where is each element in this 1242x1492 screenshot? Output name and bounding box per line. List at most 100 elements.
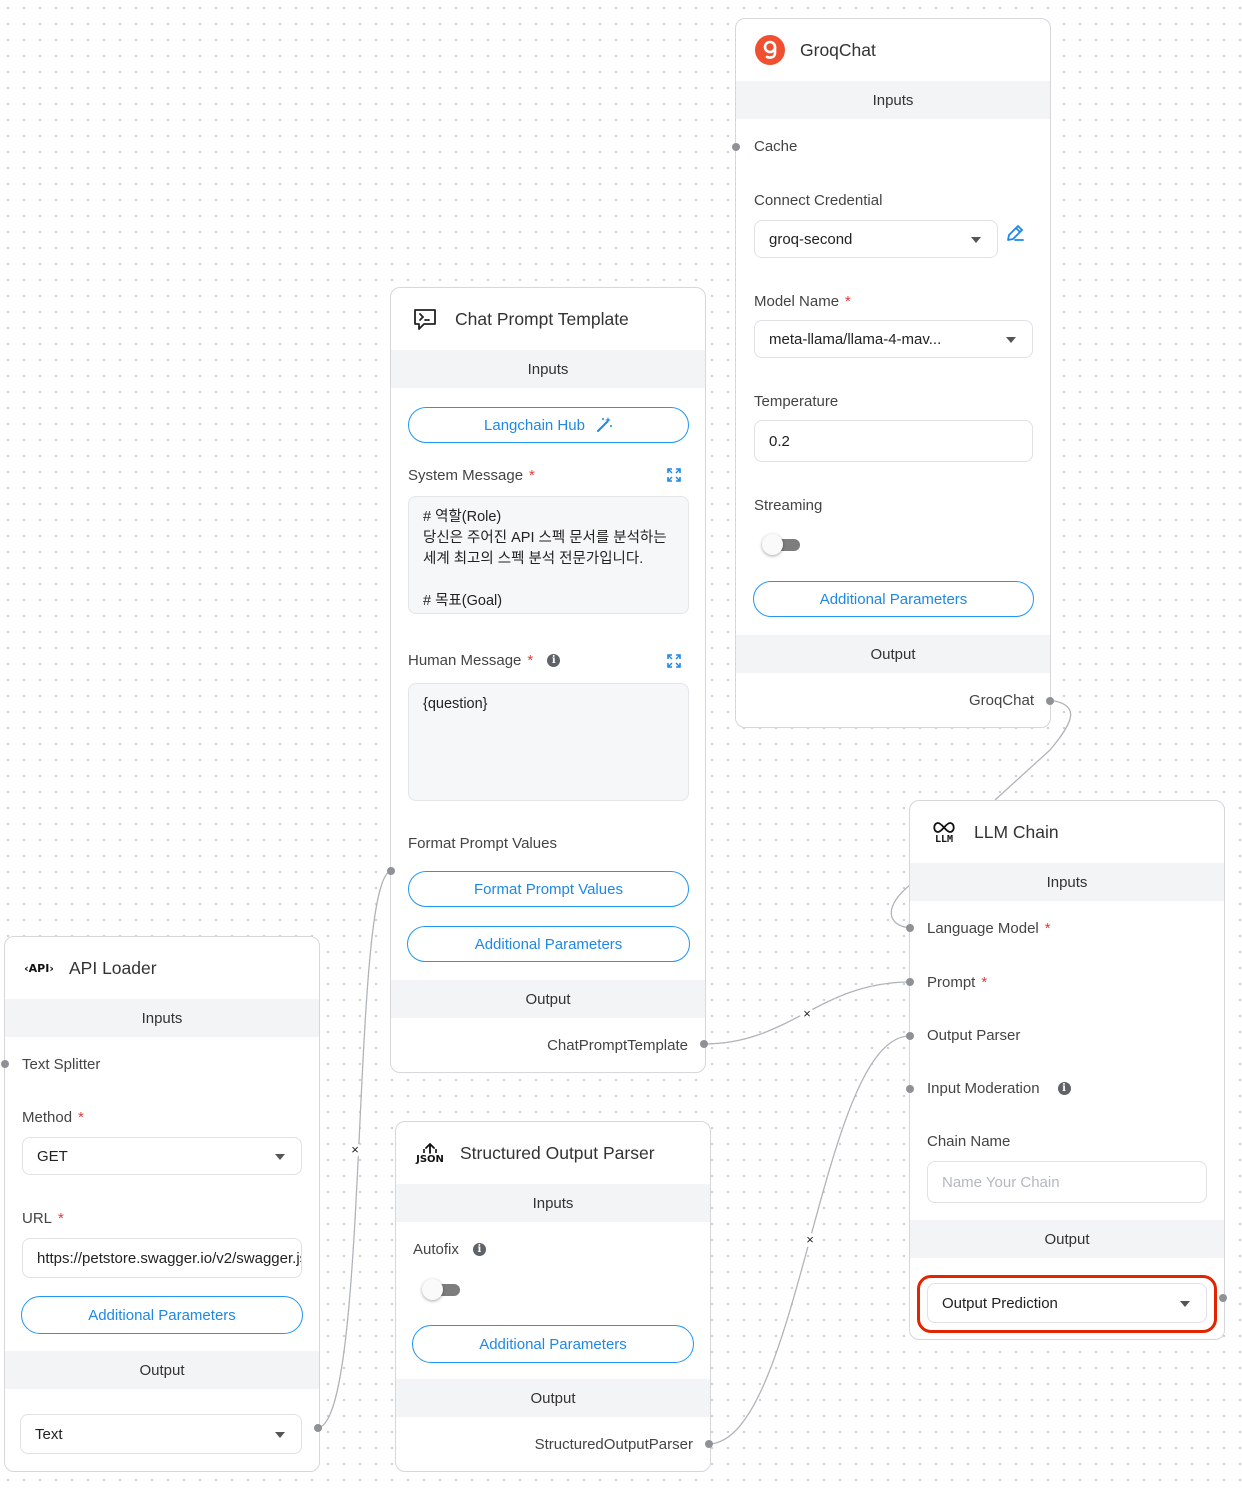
- cache-handle[interactable]: [732, 143, 740, 151]
- edit-credential-icon[interactable]: [1004, 222, 1026, 244]
- structured-output-parser-node[interactable]: JSON Structured Output Parser Inputs Aut…: [395, 1121, 711, 1472]
- text-splitter-label: Text Splitter: [22, 1056, 101, 1073]
- prompt-label: Prompt *: [927, 974, 988, 991]
- output-prediction-select[interactable]: Output Prediction: [927, 1283, 1207, 1323]
- text-splitter-handle[interactable]: [1, 1060, 9, 1068]
- groqchat-node[interactable]: GroqChat Inputs Cache Connect Credential…: [735, 18, 1051, 728]
- delete-edge-icon[interactable]: ×: [800, 1007, 814, 1021]
- input-moderation-handle[interactable]: [906, 1085, 914, 1093]
- output-select[interactable]: Text: [20, 1414, 302, 1454]
- output-header: Output: [736, 635, 1050, 673]
- inputs-header: Inputs: [5, 999, 319, 1037]
- delete-edge-icon[interactable]: ×: [803, 1233, 817, 1247]
- temperature-input[interactable]: 0.2: [754, 420, 1033, 462]
- expand-icon[interactable]: [667, 468, 683, 484]
- credential-select[interactable]: groq-second: [754, 220, 998, 258]
- node-header: ‹API› API Loader: [5, 937, 319, 999]
- chevron-down-icon: [275, 1432, 285, 1438]
- api-loader-node[interactable]: ‹API› API Loader Inputs Text Splitter Me…: [4, 936, 320, 1472]
- language-model-handle[interactable]: [906, 924, 914, 932]
- output-value: Text: [35, 1425, 63, 1443]
- inputs-header: Inputs: [391, 350, 705, 388]
- groqchat-output-handle[interactable]: [1046, 697, 1054, 705]
- prompt-handle[interactable]: [906, 978, 914, 986]
- method-label: Method *: [22, 1109, 84, 1126]
- node-title: Structured Output Parser: [460, 1142, 655, 1163]
- model-name-label: Model Name *: [754, 293, 851, 310]
- output-parser-label: Output Parser: [927, 1027, 1021, 1044]
- node-header: LLM LLM Chain: [910, 801, 1224, 863]
- input-moderation-label: Input Moderation i: [927, 1080, 1071, 1097]
- inputs-header: Inputs: [396, 1184, 710, 1222]
- model-value: meta-llama/llama-4-mav...: [769, 330, 942, 348]
- inputs-header: Inputs: [736, 81, 1050, 119]
- language-model-label: Language Model *: [927, 920, 1051, 937]
- chain-name-input[interactable]: Name Your Chain: [927, 1161, 1207, 1203]
- additional-parameters-button[interactable]: Additional Parameters: [407, 926, 690, 962]
- url-label: URL *: [22, 1210, 64, 1227]
- llm-icon: LLM: [928, 816, 960, 848]
- chevron-down-icon: [1180, 1301, 1190, 1307]
- output-groqchat: GroqChat: [968, 692, 1034, 709]
- info-icon: i: [547, 654, 561, 667]
- credential-value: groq-second: [769, 230, 853, 248]
- streaming-toggle[interactable]: [762, 533, 802, 555]
- chain-name-label: Chain Name: [927, 1133, 1011, 1150]
- llm-chain-output-handle[interactable]: [1219, 1294, 1227, 1302]
- delete-edge-icon[interactable]: ×: [348, 1143, 362, 1157]
- api-icon: ‹API›: [24, 961, 54, 975]
- additional-parameters-button[interactable]: Additional Parameters: [21, 1296, 303, 1334]
- model-select[interactable]: meta-llama/llama-4-mav...: [754, 320, 1033, 358]
- streaming-label: Streaming: [754, 497, 823, 514]
- info-icon: i: [1057, 1082, 1071, 1095]
- format-prompt-values-handle[interactable]: [387, 867, 395, 875]
- prompt-icon: [409, 303, 441, 335]
- inputs-header: Inputs: [910, 863, 1224, 901]
- langchain-hub-button[interactable]: Langchain Hub: [408, 407, 689, 443]
- magic-wand-icon: [595, 416, 613, 434]
- credential-label: Connect Credential: [754, 192, 883, 209]
- info-icon: i: [472, 1243, 486, 1256]
- node-header: GroqChat: [736, 19, 1050, 81]
- output-value: Output Prediction: [942, 1294, 1058, 1312]
- additional-parameters-button[interactable]: Additional Parameters: [412, 1325, 694, 1363]
- llm-chain-node[interactable]: LLM LLM Chain Inputs Language Model * Pro…: [909, 800, 1225, 1340]
- chevron-down-icon: [971, 237, 981, 243]
- url-input[interactable]: https://petstore.swagger.io/v2/swagger.j…: [22, 1238, 302, 1278]
- output-header: Output: [910, 1220, 1224, 1258]
- node-title: API Loader: [69, 957, 157, 978]
- human-message-textarea[interactable]: {question}: [408, 683, 689, 801]
- chevron-down-icon: [275, 1154, 285, 1160]
- output-chatprompttemplate: ChatPromptTemplate: [547, 1037, 688, 1054]
- cache-label: Cache: [754, 138, 798, 155]
- system-message-textarea[interactable]: # 역할(Role) 당신은 주어진 API 스펙 문서를 분석하는 세계 최고…: [408, 496, 689, 614]
- system-message-label: System Message *: [408, 467, 535, 484]
- node-header: JSON Structured Output Parser: [396, 1122, 710, 1184]
- node-title: LLM Chain: [974, 821, 1059, 842]
- chevron-down-icon: [1006, 337, 1016, 343]
- structuredoutputparser-output-handle[interactable]: [705, 1440, 713, 1448]
- autofix-label: Autofix i: [413, 1241, 486, 1258]
- additional-parameters-button[interactable]: Additional Parameters: [753, 581, 1034, 617]
- output-header: Output: [396, 1379, 710, 1417]
- chat-prompt-template-node[interactable]: Chat Prompt Template Inputs Langchain Hu…: [390, 287, 706, 1073]
- output-structuredoutputparser: StructuredOutputParser: [534, 1436, 693, 1453]
- autofix-toggle[interactable]: [422, 1278, 462, 1300]
- chatprompttemplate-output-handle[interactable]: [700, 1040, 708, 1048]
- node-title: GroqChat: [800, 39, 876, 60]
- output-header: Output: [5, 1351, 319, 1389]
- expand-icon[interactable]: [667, 654, 683, 670]
- api-loader-output-handle[interactable]: [314, 1424, 322, 1432]
- json-icon: JSON: [414, 1137, 446, 1169]
- format-prompt-values-button[interactable]: Format Prompt Values: [408, 871, 689, 907]
- human-message-label: Human Message * i: [408, 652, 561, 669]
- edge-llm-lm-loop: [890, 884, 911, 929]
- groq-logo-icon: [754, 34, 786, 66]
- method-select[interactable]: GET: [22, 1137, 302, 1175]
- output-header: Output: [391, 980, 705, 1018]
- method-value: GET: [37, 1147, 68, 1165]
- node-header: Chat Prompt Template: [391, 288, 705, 350]
- langchain-hub-label: Langchain Hub: [484, 416, 585, 434]
- output-parser-handle[interactable]: [906, 1032, 914, 1040]
- temperature-label: Temperature: [754, 393, 839, 410]
